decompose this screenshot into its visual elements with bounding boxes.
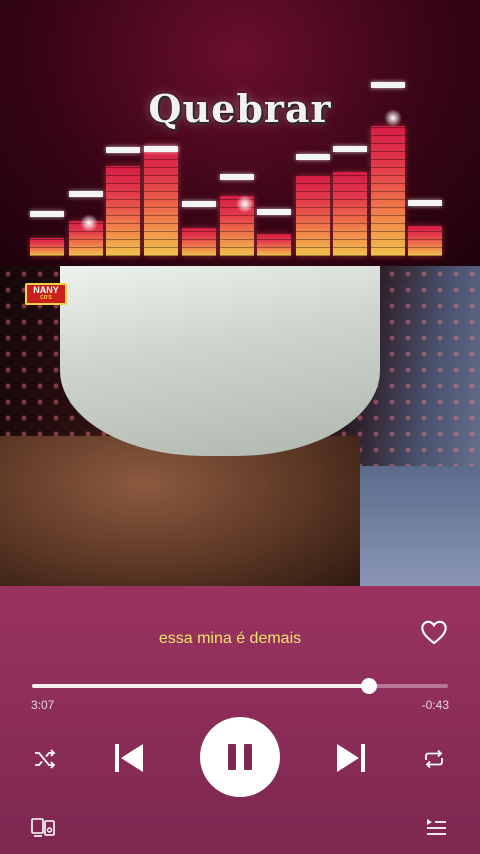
- player-panel: essa mina é demais 3:07 -0:43: [0, 586, 480, 854]
- shuffle-icon[interactable]: [33, 748, 57, 770]
- equalizer-peak-cap: [106, 147, 140, 153]
- equalizer-bar: [296, 176, 330, 256]
- video-figure-dress: [60, 266, 380, 456]
- equalizer-peak-cap: [296, 154, 330, 160]
- equalizer-bar: [371, 126, 405, 256]
- visualizer-header: Quebrar: [0, 0, 480, 266]
- equalizer-peak-cap: [257, 209, 291, 215]
- video-canvas[interactable]: NANY CD'S: [0, 266, 480, 586]
- heart-outline-icon[interactable]: [420, 619, 448, 645]
- equalizer-bar: [30, 238, 64, 256]
- equalizer-bar: [257, 234, 291, 256]
- sparkle-glint: [384, 109, 402, 127]
- equalizer-bar: [182, 228, 216, 256]
- equalizer-peak-cap: [69, 191, 103, 197]
- equalizer-peak-cap: [30, 211, 64, 217]
- pause-button[interactable]: [200, 717, 280, 797]
- connect-device-icon[interactable]: [31, 817, 55, 837]
- sparkle-glint: [80, 214, 98, 232]
- equalizer-bar: [106, 166, 140, 256]
- video-figure-body: [0, 436, 360, 586]
- elapsed-time: 3:07: [31, 698, 55, 712]
- equalizer-peak-cap: [220, 174, 254, 180]
- equalizer-peak-cap: [408, 200, 442, 206]
- queue-icon[interactable]: [425, 817, 447, 837]
- song-title-art: Quebrar: [148, 86, 332, 131]
- repeat-icon[interactable]: [422, 748, 446, 770]
- watermark-subtext: CD'S: [40, 295, 52, 301]
- progress-bar[interactable]: [32, 678, 448, 694]
- progress-handle[interactable]: [360, 678, 377, 694]
- equalizer-peak-cap: [333, 146, 367, 152]
- channel-watermark: NANY CD'S: [25, 283, 67, 305]
- skip-next-icon[interactable]: [335, 742, 367, 774]
- progress-fill: [32, 684, 369, 688]
- equalizer-bar: [408, 226, 442, 256]
- lyric-line: essa mina é demais: [158, 630, 302, 647]
- equalizer-peak-cap: [144, 146, 178, 152]
- equalizer-bar: [144, 146, 178, 256]
- remaining-time: -0:43: [421, 698, 449, 712]
- skip-previous-icon[interactable]: [113, 742, 145, 774]
- watermark-text: NANY: [33, 285, 59, 295]
- sparkle-glint: [236, 195, 254, 213]
- equalizer-bar: [333, 172, 367, 256]
- equalizer-peak-cap: [182, 201, 216, 207]
